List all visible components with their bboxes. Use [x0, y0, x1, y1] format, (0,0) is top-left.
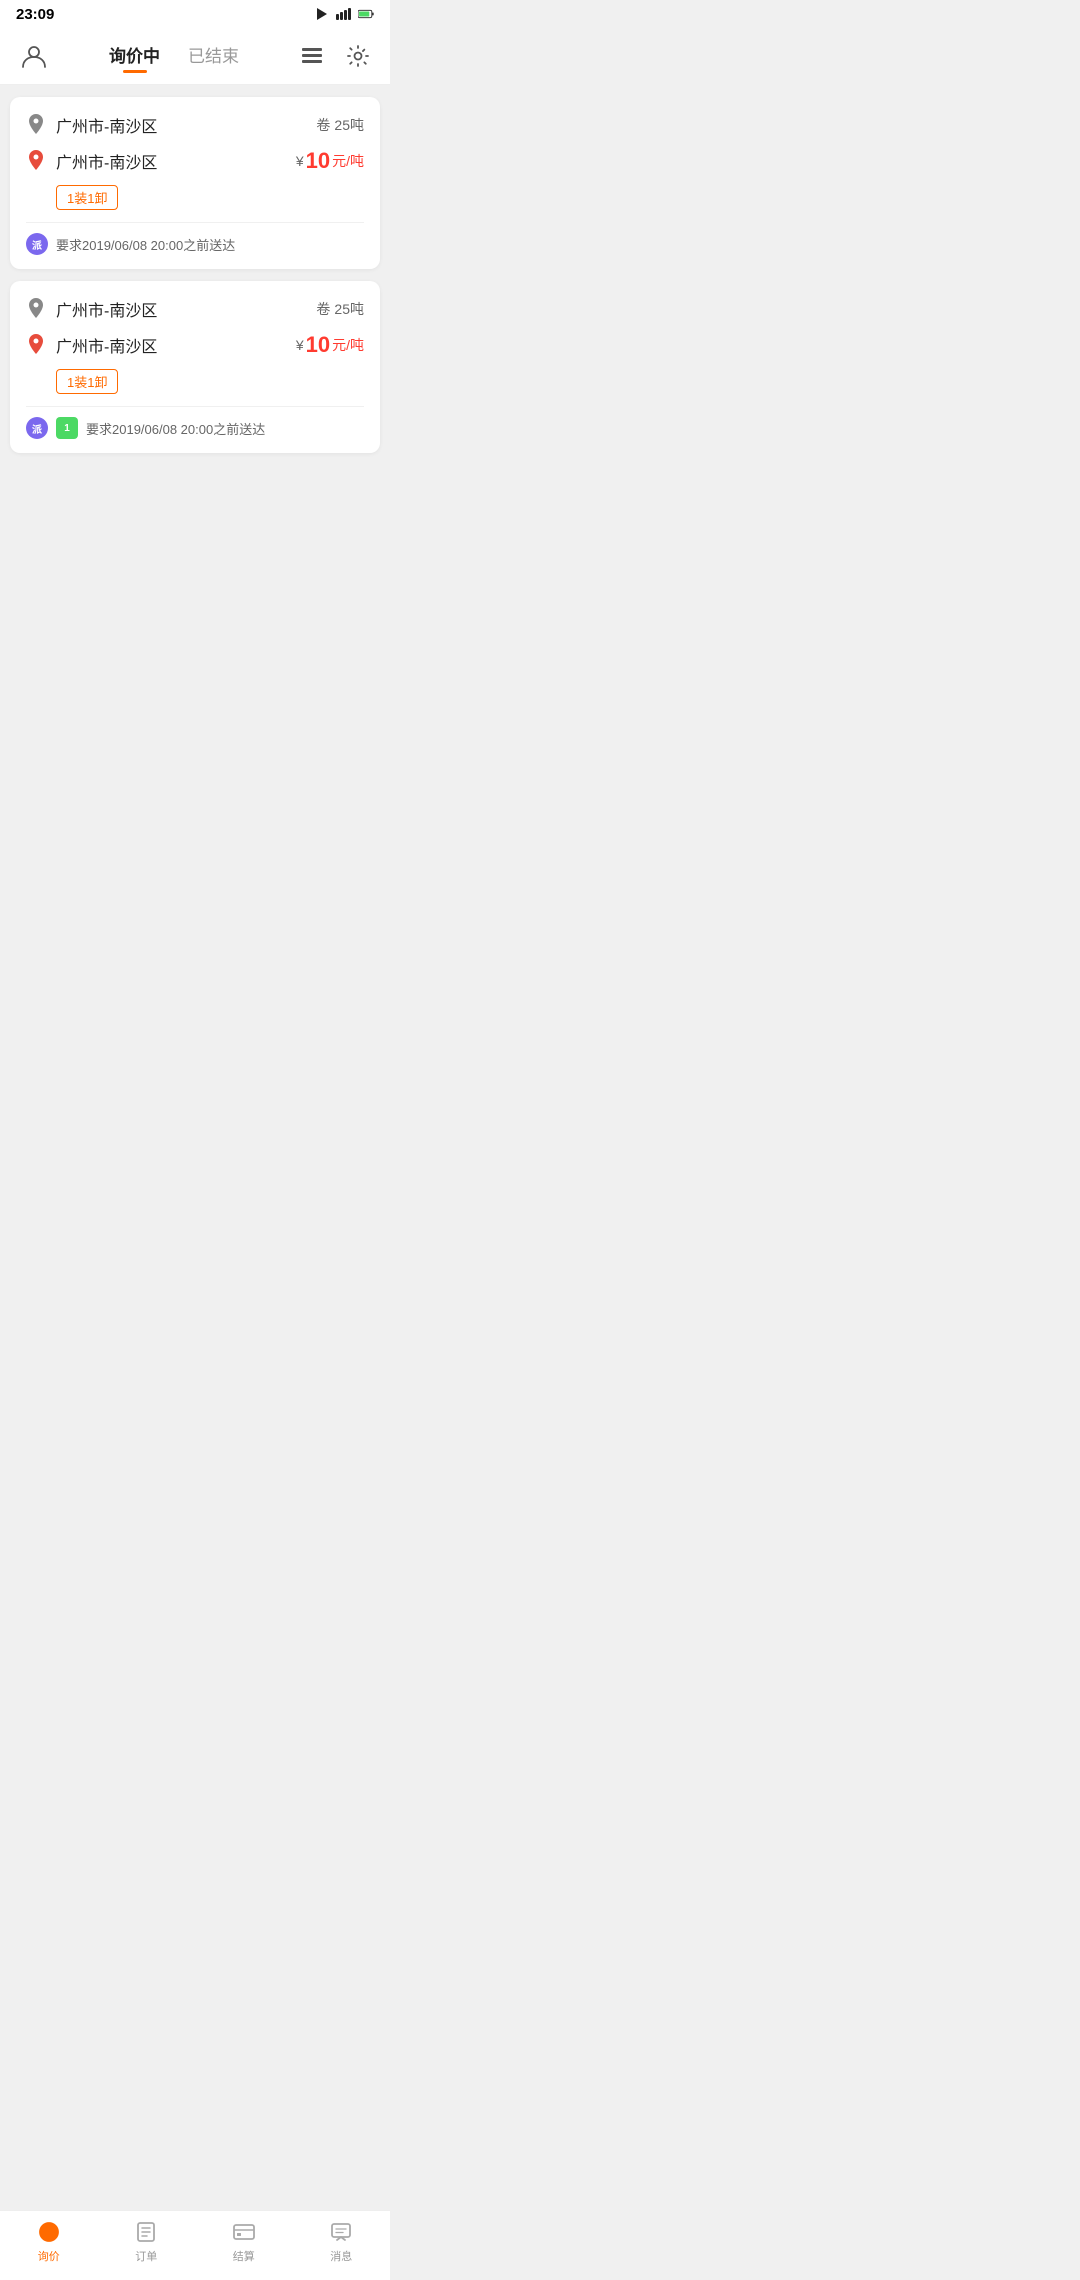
destination-name-2: 广州市-南沙区	[56, 333, 296, 357]
bottom-nav-settlement[interactable]: 结算	[195, 2219, 293, 2264]
destination-pin-icon-2	[26, 335, 46, 355]
play-status-icon	[314, 6, 330, 22]
delivery-row-2: 派 1 要求2019/06/08 20:00之前送达	[26, 417, 364, 439]
badge-count-icon: 1	[56, 417, 78, 439]
load-unload-tag-1: 1装1卸	[56, 185, 118, 210]
bottom-nav-messages[interactable]: 消息	[293, 2219, 391, 2264]
origin-name-2: 广州市-南沙区	[56, 297, 316, 321]
settings-button[interactable]	[342, 40, 374, 72]
tag-row-1: 1装1卸	[56, 185, 364, 210]
price-amount-1: 10	[306, 150, 330, 172]
inquiry-card-1[interactable]: 广州市-南沙区 卷 25吨 广州市-南沙区 ¥ 10 元/吨 1装1	[10, 97, 380, 269]
price-row-1: ¥ 10 元/吨	[296, 150, 364, 172]
nav-tabs: 询价中 已结束	[52, 42, 296, 71]
signal-icon	[336, 6, 352, 22]
origin-row-1: 广州市-南沙区 卷 25吨	[26, 113, 364, 137]
dispatch-icon-1: 派	[26, 233, 48, 255]
delivery-row-1: 派 要求2019/06/08 20:00之前送达	[26, 233, 364, 255]
dispatch-icon-2: 派	[26, 417, 48, 439]
top-nav: 询价中 已结束	[0, 28, 390, 85]
price-unit-2: 元/吨	[332, 335, 364, 355]
price-symbol-1: ¥	[296, 153, 304, 169]
profile-button[interactable]	[16, 38, 52, 74]
bottom-nav: 询价 订单 结算	[0, 2210, 390, 2280]
destination-row-1: 广州市-南沙区 ¥ 10 元/吨	[26, 149, 364, 173]
bottom-nav-orders[interactable]: 订单	[98, 2219, 196, 2264]
price-amount-2: 10	[306, 334, 330, 356]
messages-nav-label: 消息	[330, 2248, 352, 2264]
settlement-nav-label: 结算	[233, 2248, 255, 2264]
bottom-nav-inquiry[interactable]: 询价	[0, 2219, 98, 2264]
orders-nav-icon	[133, 2219, 159, 2245]
destination-row-2: 广州市-南沙区 ¥ 10 元/吨	[26, 333, 364, 357]
price-symbol-2: ¥	[296, 337, 304, 353]
destination-name-1: 广州市-南沙区	[56, 149, 296, 173]
destination-pin-icon-1	[26, 151, 46, 171]
delivery-text-2: 要求2019/06/08 20:00之前送达	[86, 419, 265, 438]
main-content: 广州市-南沙区 卷 25吨 广州市-南沙区 ¥ 10 元/吨 1装1	[0, 85, 390, 465]
cargo-info-2: 卷 25吨	[316, 299, 364, 319]
origin-pin-icon-1	[26, 115, 46, 135]
inquiry-card-2[interactable]: 广州市-南沙区 卷 25吨 广州市-南沙区 ¥ 10 元/吨 1装1	[10, 281, 380, 453]
messages-nav-icon	[328, 2219, 354, 2245]
settlement-nav-icon	[231, 2219, 257, 2245]
delivery-text-1: 要求2019/06/08 20:00之前送达	[56, 235, 235, 254]
tab-ended[interactable]: 已结束	[188, 42, 239, 71]
nav-right-icons	[296, 40, 374, 72]
origin-pin-icon-2	[26, 299, 46, 319]
layers-button[interactable]	[296, 40, 328, 72]
cargo-info-1: 卷 25吨	[316, 115, 364, 135]
origin-row-2: 广州市-南沙区 卷 25吨	[26, 297, 364, 321]
load-unload-tag-2: 1装1卸	[56, 369, 118, 394]
status-bar: 23:09	[0, 0, 390, 28]
divider-1	[26, 222, 364, 223]
divider-2	[26, 406, 364, 407]
price-unit-1: 元/吨	[332, 151, 364, 171]
status-icons	[314, 6, 374, 22]
orders-nav-label: 订单	[135, 2248, 157, 2264]
status-time: 23:09	[16, 6, 54, 23]
price-row-2: ¥ 10 元/吨	[296, 334, 364, 356]
tab-inquiring[interactable]: 询价中	[109, 42, 160, 71]
badge-count: 1	[64, 423, 70, 434]
inquiry-nav-label: 询价	[38, 2248, 60, 2264]
tag-row-2: 1装1卸	[56, 369, 364, 394]
battery-icon	[358, 6, 374, 22]
inquiry-nav-icon	[36, 2219, 62, 2245]
origin-name-1: 广州市-南沙区	[56, 113, 316, 137]
